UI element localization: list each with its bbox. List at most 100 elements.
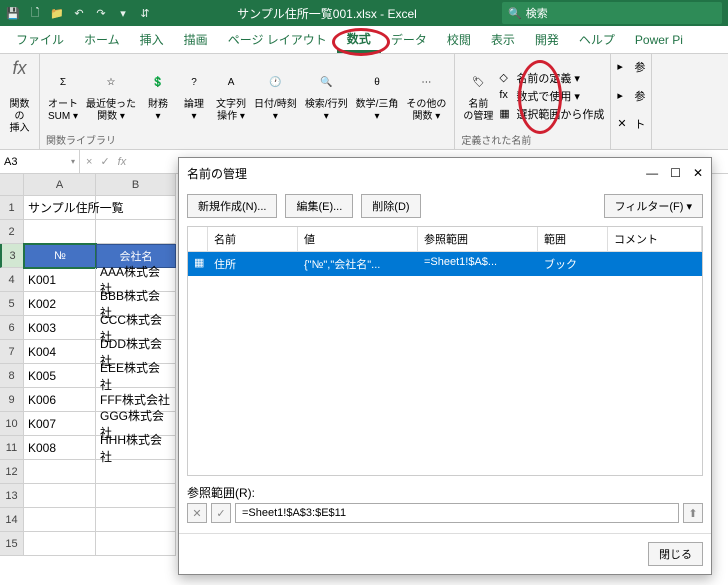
- new-icon[interactable]: 🗋: [28, 6, 42, 20]
- names-list[interactable]: 名前 値 参照範囲 範囲 コメント ▦ 住所 {"№","会社名"... =Sh…: [187, 226, 703, 476]
- cell[interactable]: サンプル住所一覧: [24, 196, 96, 220]
- cell[interactable]: K006: [24, 388, 96, 412]
- new-name-button[interactable]: 新規作成(N)...: [187, 194, 277, 218]
- cell[interactable]: K008: [24, 436, 96, 460]
- close-icon[interactable]: ✕: [693, 166, 703, 180]
- cell[interactable]: K007: [24, 412, 96, 436]
- cell[interactable]: K001: [24, 268, 96, 292]
- name-box[interactable]: A3▾: [0, 150, 80, 173]
- cell[interactable]: [24, 532, 96, 556]
- tab-file[interactable]: ファイル: [6, 26, 74, 53]
- row-header[interactable]: 4: [0, 268, 24, 292]
- tab-data[interactable]: データ: [381, 26, 437, 53]
- collapse-dialog-button[interactable]: ⬆: [683, 503, 703, 523]
- cancel-icon[interactable]: ×: [86, 156, 92, 168]
- cell[interactable]: K004: [24, 340, 96, 364]
- check-icon[interactable]: ✓: [100, 155, 109, 168]
- autosum-button[interactable]: ΣオートSUM ▾: [46, 67, 80, 125]
- dep-item-1[interactable]: ▸参: [617, 59, 645, 75]
- math-button[interactable]: θ数学/三角▾: [354, 67, 401, 125]
- select-all-corner[interactable]: [0, 174, 24, 196]
- dep-item-2[interactable]: ▸参: [617, 88, 645, 104]
- cell[interactable]: [24, 508, 96, 532]
- row-header[interactable]: 9: [0, 388, 24, 412]
- row-header[interactable]: 5: [0, 292, 24, 316]
- define-name-button[interactable]: ◇名前の定義 ▾: [499, 70, 604, 86]
- undo-icon[interactable]: ↶: [72, 6, 86, 20]
- col-comment[interactable]: コメント: [608, 227, 702, 251]
- row-header[interactable]: 8: [0, 364, 24, 388]
- apply-ref-button[interactable]: ✓: [211, 503, 231, 523]
- date-button[interactable]: 🕐日付/時刻▾: [252, 67, 299, 125]
- tab-view[interactable]: 表示: [481, 26, 525, 53]
- cell[interactable]: [96, 196, 176, 220]
- cell[interactable]: EEE株式会社: [96, 364, 176, 388]
- create-from-selection-button[interactable]: ▦選択範囲から作成: [499, 106, 604, 122]
- row-header[interactable]: 6: [0, 316, 24, 340]
- tab-formulas[interactable]: 数式: [337, 26, 381, 53]
- use-in-formula-button[interactable]: fx数式で使用 ▾: [499, 88, 604, 104]
- logical-button[interactable]: ?論理▾: [178, 67, 210, 125]
- cancel-ref-button[interactable]: ✕: [187, 503, 207, 523]
- col-scope[interactable]: 範囲: [538, 227, 608, 251]
- delete-name-button[interactable]: 削除(D): [361, 194, 420, 218]
- more-icon[interactable]: ▾: [116, 6, 130, 20]
- dep-item-3[interactable]: ✕ト: [617, 116, 645, 132]
- refers-to-input[interactable]: [235, 503, 679, 523]
- tab-help[interactable]: ヘルプ: [569, 26, 625, 53]
- text-button[interactable]: A文字列操作 ▾: [214, 67, 248, 125]
- edit-name-button[interactable]: 編集(E)...: [285, 194, 353, 218]
- cell[interactable]: [24, 220, 96, 244]
- row-header[interactable]: 15: [0, 532, 24, 556]
- cell[interactable]: [96, 460, 176, 484]
- list-row[interactable]: ▦ 住所 {"№","会社名"... =Sheet1!$A$... ブック: [188, 252, 702, 276]
- col-value[interactable]: 値: [298, 227, 418, 251]
- close-button[interactable]: 閉じる: [648, 542, 703, 566]
- tab-insert[interactable]: 挿入: [130, 26, 174, 53]
- column-header[interactable]: A: [24, 174, 96, 196]
- filter-button[interactable]: フィルター(F) ▾: [604, 194, 703, 218]
- row-header[interactable]: 1: [0, 196, 24, 220]
- financial-button[interactable]: 💲財務▾: [142, 67, 174, 125]
- cell[interactable]: [96, 220, 176, 244]
- tab-powerpivot[interactable]: Power Pi: [625, 26, 693, 53]
- row-header[interactable]: 2: [0, 220, 24, 244]
- cell[interactable]: K005: [24, 364, 96, 388]
- cell[interactable]: HHH株式会社: [96, 436, 176, 460]
- other-functions-button[interactable]: ⋯その他の関数 ▾: [404, 67, 448, 125]
- folder-icon[interactable]: 📁: [50, 6, 64, 20]
- tree-icon[interactable]: ⇵: [138, 6, 152, 20]
- cell[interactable]: [24, 460, 96, 484]
- redo-icon[interactable]: ↷: [94, 6, 108, 20]
- row-header[interactable]: 10: [0, 412, 24, 436]
- row-header[interactable]: 3: [0, 244, 24, 268]
- cell[interactable]: [24, 484, 96, 508]
- row-header[interactable]: 14: [0, 508, 24, 532]
- cell[interactable]: [96, 484, 176, 508]
- col-name[interactable]: 名前: [208, 227, 298, 251]
- save-icon[interactable]: 💾: [6, 6, 20, 20]
- column-header[interactable]: B: [96, 174, 176, 196]
- tab-review[interactable]: 校閲: [437, 26, 481, 53]
- col-refersto[interactable]: 参照範囲: [418, 227, 538, 251]
- tab-draw[interactable]: 描画: [174, 26, 218, 53]
- row-header[interactable]: 12: [0, 460, 24, 484]
- fx-icon[interactable]: fx: [118, 156, 127, 168]
- name-manager-button[interactable]: 🏷名前の管理: [461, 67, 495, 125]
- minimize-icon[interactable]: —: [646, 166, 658, 180]
- cell[interactable]: K002: [24, 292, 96, 316]
- tab-developer[interactable]: 開発: [525, 26, 569, 53]
- cell[interactable]: K003: [24, 316, 96, 340]
- maximize-icon[interactable]: ☐: [670, 166, 681, 180]
- tab-home[interactable]: ホーム: [74, 26, 130, 53]
- row-header[interactable]: 11: [0, 436, 24, 460]
- row-header[interactable]: 13: [0, 484, 24, 508]
- recent-functions-button[interactable]: ☆最近使った関数 ▾: [84, 67, 138, 125]
- lookup-button[interactable]: 🔍検索/行列▾: [303, 67, 350, 125]
- search-box[interactable]: 🔍 検索: [502, 2, 722, 24]
- row-header[interactable]: 7: [0, 340, 24, 364]
- ribbon-insert-function[interactable]: fx 関数の挿入: [0, 54, 40, 149]
- cell[interactable]: №: [24, 244, 96, 268]
- cell[interactable]: [96, 508, 176, 532]
- tab-page-layout[interactable]: ページ レイアウト: [218, 26, 337, 53]
